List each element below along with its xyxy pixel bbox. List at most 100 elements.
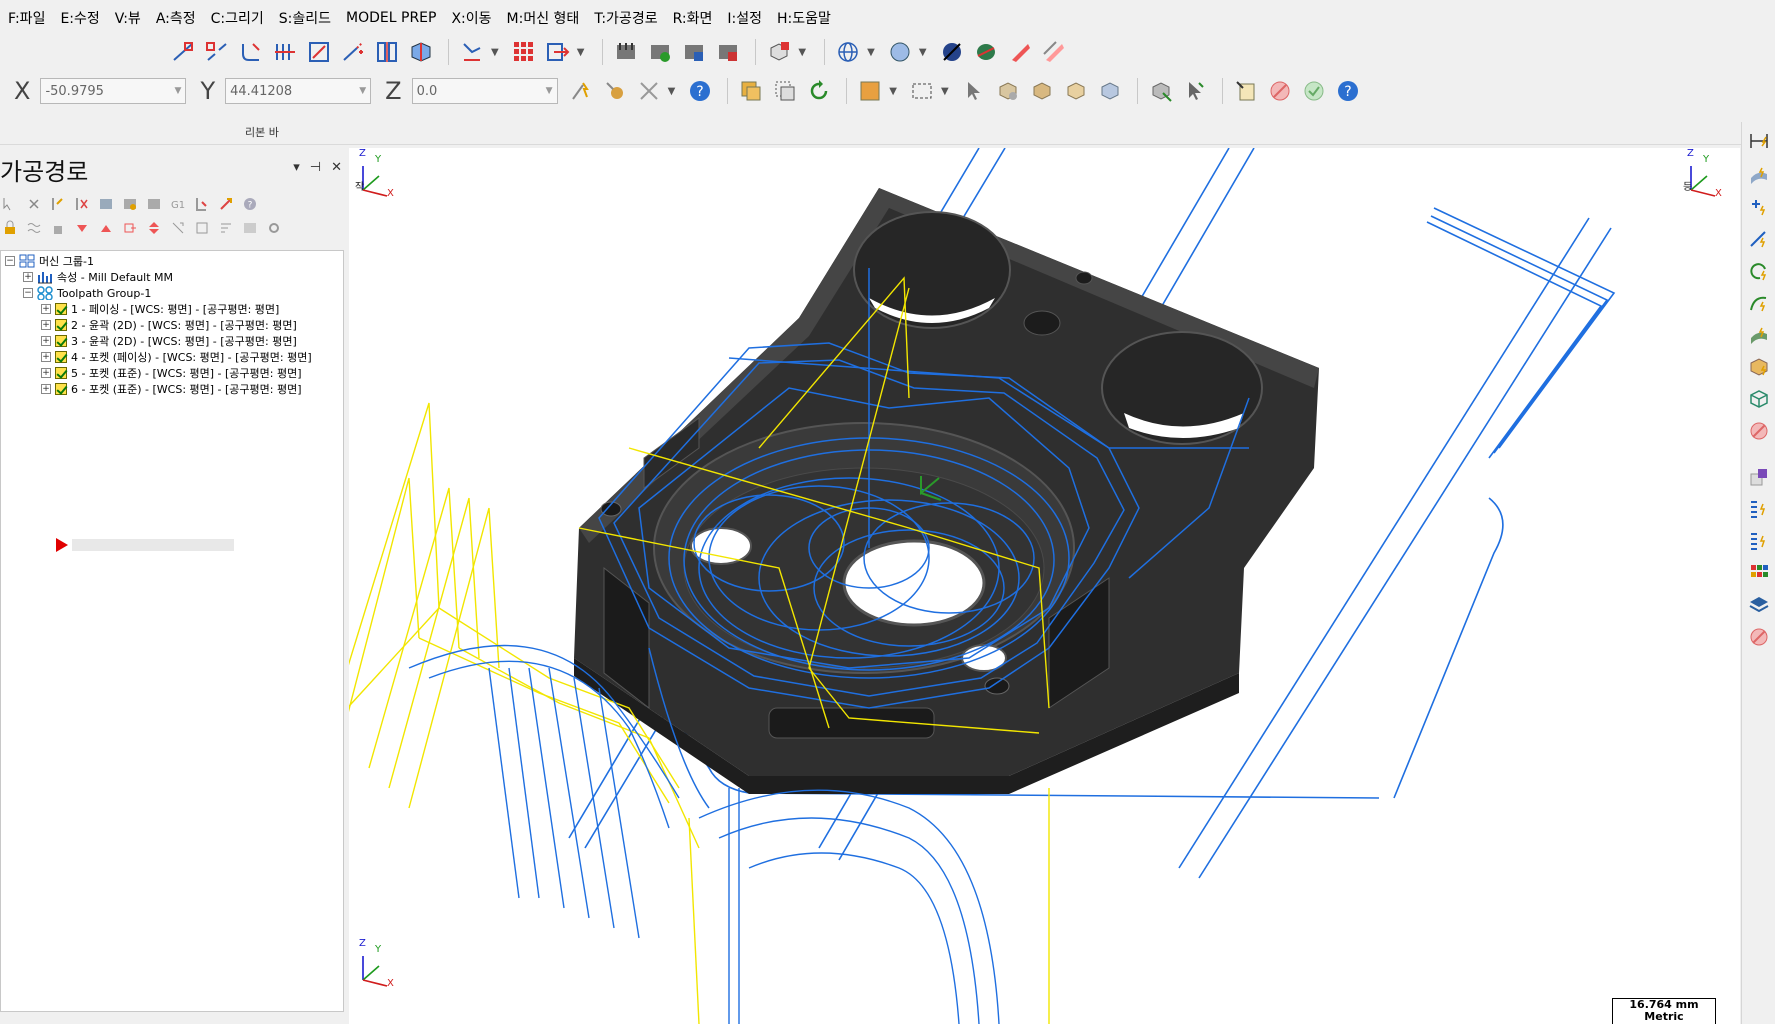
window-select-dropdown-icon[interactable]: ▼ [889,86,897,97]
panel-pin-icon[interactable]: ⊣ [310,160,321,175]
toggle-display-icon[interactable] [24,218,44,238]
menu-file[interactable]: F:파일 [8,8,45,28]
panel-close-icon[interactable]: ✕ [331,160,342,175]
toolpath-verify-icon[interactable] [611,37,641,67]
project-dropdown-icon[interactable]: ▼ [491,47,499,58]
dimension-icon[interactable] [1746,128,1772,154]
menu-help[interactable]: H:도움말 [777,8,831,28]
menu-screen[interactable]: R:화면 [673,8,713,28]
y-coord-field[interactable]: 44.41208 ▼ [225,78,372,104]
surface-lightning-icon[interactable] [1746,162,1772,188]
color-grid-icon[interactable] [1746,560,1772,586]
toolpath-post-icon[interactable] [713,37,743,67]
layers-icon[interactable] [1746,592,1772,618]
collapse-toggle-icon[interactable]: − [23,288,33,298]
collapse-tree-icon[interactable] [192,218,212,238]
globe-dropdown-icon[interactable]: ▼ [867,47,875,58]
post-lock-icon[interactable] [48,218,68,238]
menu-view[interactable]: V:뷰 [115,8,141,28]
menu-analyze[interactable]: A:측정 [156,8,196,28]
solid-select-icon[interactable] [993,76,1023,106]
panel-help-icon[interactable]: ? [240,194,260,214]
wire-sphere-icon[interactable] [971,37,1001,67]
list-lightning-icon[interactable] [1746,496,1772,522]
lock-icon[interactable] [0,218,20,238]
menu-machine-type[interactable]: M:머신 형태 [507,8,580,28]
line-lightning-icon[interactable] [1746,226,1772,252]
operation-check-icon[interactable] [55,383,67,395]
expand-tree-icon[interactable] [168,218,188,238]
expand-toggle-icon[interactable]: + [41,320,51,330]
menu-settings[interactable]: I:설정 [727,8,762,28]
mirror-icon[interactable] [372,37,402,67]
backplot-icon[interactable] [96,194,116,214]
extend-icon[interactable] [338,37,368,67]
spline-lightning-icon[interactable] [1746,290,1772,316]
window-select-icon[interactable] [855,76,885,106]
no-entry-icon[interactable] [1746,624,1772,650]
insert-pointer[interactable] [56,538,234,552]
rectangle-select-dropdown-icon[interactable]: ▼ [941,86,949,97]
tree-row-operation[interactable]: + 6 - 포켓 (표준) - [WCS: 평면] - [공구평면: 평면] [41,381,302,397]
operation-check-icon[interactable] [55,335,67,347]
cube-arrow-icon[interactable] [1146,76,1176,106]
menu-xform[interactable]: X:이동 [451,8,491,28]
select-all-ops-icon[interactable] [0,194,20,214]
solid-box-icon[interactable] [1746,354,1772,380]
offset-icon[interactable] [270,37,300,67]
autocursor-icon[interactable] [600,76,630,106]
tree-row-machine-group[interactable]: − 머신 그룹-1 [5,253,94,269]
operation-check-icon[interactable] [55,351,67,363]
clipboard-select-icon[interactable] [1231,76,1261,106]
cursor-drag-icon[interactable] [1180,76,1210,106]
expand-toggle-icon[interactable]: + [41,336,51,346]
tree-row-operation[interactable]: + 1 - 페이싱 - [WCS: 평면] - [공구평면: 평면] [41,301,279,317]
tree-row-operation[interactable]: + 2 - 윤곽 (2D) - [WCS: 평면] - [공구평면: 평면] [41,317,297,333]
menu-create[interactable]: C:그리기 [211,8,264,28]
tree-row-operation[interactable]: + 3 - 윤곽 (2D) - [WCS: 평면] - [공구평면: 평면] [41,333,297,349]
collapse-toggle-icon[interactable]: − [5,256,15,266]
stock-model-icon[interactable] [764,37,794,67]
fast-point-icon[interactable] [566,76,596,106]
select-all-icon[interactable] [770,76,800,106]
move-down-icon[interactable] [72,218,92,238]
highspeed-icon[interactable] [216,194,236,214]
break-icon[interactable] [202,37,232,67]
expand-toggle-icon[interactable]: + [41,304,51,314]
stock-dropdown-icon[interactable]: ▼ [798,47,806,58]
simulate-icon[interactable] [144,194,164,214]
tree-row-operation[interactable]: + 4 - 포켓 (페이싱) - [WCS: 평면] - [공구평면: 평면] [41,349,312,365]
insert-arrow-icon[interactable] [56,538,68,552]
graphics-viewport[interactable]: Z Y X 작 Z Y X 등 Z Y X [349,148,1740,1024]
tree-row-toolpath-group[interactable]: − Toolpath Group-1 [23,285,151,301]
translucent-icon[interactable] [1039,37,1069,67]
expand-toggle-icon[interactable]: + [41,352,51,362]
menu-solids[interactable]: S:솔리드 [279,8,331,28]
translate-icon[interactable] [543,37,573,67]
trim-icon[interactable] [168,37,198,67]
expand-toggle-icon[interactable]: + [41,368,51,378]
sort-icon[interactable] [216,218,236,238]
sphere-icon[interactable] [885,37,915,67]
translate-dropdown-icon[interactable]: ▼ [577,47,585,58]
select-chain-icon[interactable] [736,76,766,106]
insert-after-icon[interactable] [120,218,140,238]
sphere-dropdown-icon[interactable]: ▼ [919,47,927,58]
body-select-icon[interactable] [1061,76,1091,106]
x-coord-field[interactable]: -50.9795 ▼ [40,78,187,104]
verify-icon[interactable] [120,194,140,214]
wire-select-icon[interactable] [1095,76,1125,106]
menu-model-prep[interactable]: MODEL PREP [346,10,436,26]
select-cross-icon[interactable] [634,76,664,106]
surface-flow-icon[interactable] [1746,322,1772,348]
move-up-icon[interactable] [96,218,116,238]
settings-icon[interactable] [264,218,284,238]
help-circle-icon[interactable]: ? [1333,76,1363,106]
wire-box-icon[interactable] [1746,386,1772,412]
face-select-icon[interactable] [1027,76,1057,106]
blocked-icon[interactable] [1746,418,1772,444]
fillet-icon[interactable] [236,37,266,67]
rectangle-select-icon[interactable] [907,76,937,106]
project-icon[interactable] [457,37,487,67]
arc-lightning-icon[interactable] [1746,258,1772,284]
